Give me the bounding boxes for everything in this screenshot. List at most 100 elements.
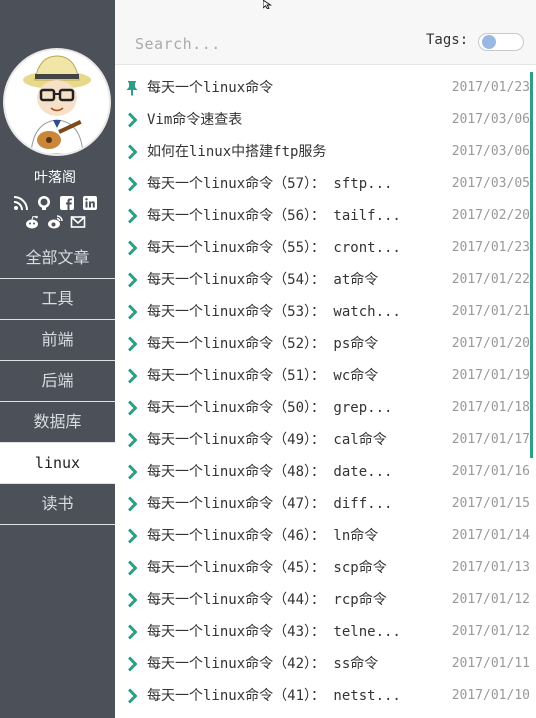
post-item[interactable]: 每天一个linux命令（46）： ln命令 2017/01/14 xyxy=(115,520,536,552)
post-item[interactable]: 每天一个linux命令（41）： netst... 2017/01/10 xyxy=(115,680,536,712)
category-all[interactable]: 全部文章 xyxy=(0,238,115,279)
post-title[interactable]: 每天一个linux命令（51）： wc命令 xyxy=(147,365,417,387)
category-backend[interactable]: 后端 xyxy=(0,361,115,402)
post-date: 2017/01/12 xyxy=(451,592,530,607)
post-date: 2017/01/16 xyxy=(451,464,530,479)
post-title[interactable]: 每天一个linux命令（45）： scp命令 xyxy=(147,557,417,579)
search-input[interactable] xyxy=(133,30,387,58)
post-date: 2017/01/18 xyxy=(451,400,530,415)
chevron-right-icon xyxy=(125,432,139,448)
post-item[interactable]: 每天一个linux命令（51）： wc命令 2017/01/19 xyxy=(115,360,536,392)
post-title[interactable]: 每天一个linux命令（49）： cal命令 xyxy=(147,429,417,451)
post-item[interactable]: 每天一个linux命令（43）： telne... 2017/01/12 xyxy=(115,616,536,648)
post-item[interactable]: 每天一个linux命令（47）： diff... 2017/01/15 xyxy=(115,488,536,520)
chevron-right-icon xyxy=(125,240,139,256)
chevron-right-icon xyxy=(125,304,139,320)
post-title[interactable]: 每天一个linux命令（54）： at命令 xyxy=(147,269,417,291)
post-date: 2017/03/05 xyxy=(451,176,530,191)
chevron-right-icon xyxy=(125,624,139,640)
post-title[interactable]: 每天一个linux命令（44）： rcp命令 xyxy=(147,589,417,611)
post-title[interactable]: 每天一个linux命令 xyxy=(147,77,417,99)
post-item[interactable]: 每天一个linux命令（48）： date... 2017/01/16 xyxy=(115,456,536,488)
post-date: 2017/02/20 xyxy=(451,208,530,223)
post-title[interactable]: 每天一个linux命令（53）： watch... xyxy=(147,301,417,323)
chevron-right-icon xyxy=(125,144,139,160)
post-date: 2017/01/11 xyxy=(451,656,530,671)
post-date: 2017/01/22 xyxy=(451,272,530,287)
category-linux[interactable]: linux xyxy=(0,443,115,484)
github-icon[interactable] xyxy=(36,195,52,211)
post-item[interactable]: 每天一个linux命令 2017/01/23 xyxy=(115,72,536,104)
post-list: 每天一个linux命令 2017/01/23 Vim命令速查表 2017/03/06 如… xyxy=(115,72,536,718)
chevron-right-icon xyxy=(125,208,139,224)
category-frontend[interactable]: 前端 xyxy=(0,320,115,361)
pin-icon xyxy=(125,80,139,96)
rss-icon[interactable] xyxy=(13,195,29,211)
post-item[interactable]: 每天一个linux命令（45）： scp命令 2017/01/13 xyxy=(115,552,536,584)
post-item[interactable]: 每天一个linux命令（57）： sftp... 2017/03/05 xyxy=(115,168,536,200)
chevron-right-icon xyxy=(125,528,139,544)
avatar[interactable] xyxy=(3,48,111,156)
category-tools[interactable]: 工具 xyxy=(0,279,115,320)
post-item[interactable]: 每天一个linux命令（42）： ss命令 2017/01/11 xyxy=(115,648,536,680)
post-title[interactable]: 如何在linux中搭建ftp服务 xyxy=(147,141,417,163)
chevron-right-icon xyxy=(125,336,139,352)
post-date: 2017/01/15 xyxy=(451,496,530,511)
chevron-right-icon xyxy=(125,688,139,704)
chevron-right-icon xyxy=(125,400,139,416)
social-links-row-1 xyxy=(0,195,110,211)
category-reading[interactable]: 读书 xyxy=(0,484,115,525)
post-date: 2017/01/23 xyxy=(451,80,530,95)
post-title[interactable]: 每天一个linux命令（48）： date... xyxy=(147,461,417,483)
avatar-illustration xyxy=(23,55,91,154)
category-list: 全部文章 工具 前端 后端 数据库 linux 读书 xyxy=(0,238,115,525)
post-title[interactable]: 每天一个linux命令（56）： tailf... xyxy=(147,205,417,227)
scroll-indicator xyxy=(530,72,533,458)
post-item[interactable]: 如何在linux中搭建ftp服务 2017/03/06 xyxy=(115,136,536,168)
post-title[interactable]: 每天一个linux命令（52）： ps命令 xyxy=(147,333,417,355)
mail-icon[interactable] xyxy=(70,214,86,230)
post-title[interactable]: 每天一个linux命令（41）： netst... xyxy=(147,685,417,707)
tags-label: Tags: xyxy=(426,32,469,48)
post-title[interactable]: 每天一个linux命令（43）： telne... xyxy=(147,621,417,643)
post-date: 2017/01/13 xyxy=(451,560,530,575)
chevron-right-icon xyxy=(125,656,139,672)
post-title[interactable]: 每天一个linux命令（46）： ln命令 xyxy=(147,525,417,547)
chevron-right-icon xyxy=(125,368,139,384)
reddit-icon[interactable] xyxy=(24,214,40,230)
sidebar: 叶落阁 全部文章 工具 前端 后端 数据库 linux 读书 xyxy=(0,0,115,718)
post-title[interactable]: 每天一个linux命令（55）： cront... xyxy=(147,237,417,259)
facebook-icon[interactable] xyxy=(59,195,75,211)
post-date: 2017/01/10 xyxy=(451,688,530,703)
chevron-right-icon xyxy=(125,112,139,128)
mouse-cursor-icon xyxy=(263,0,273,9)
post-date: 2017/03/06 xyxy=(451,112,530,127)
chevron-right-icon xyxy=(125,464,139,480)
post-date: 2017/01/12 xyxy=(451,624,530,639)
post-item[interactable]: Vim命令速查表 2017/03/06 xyxy=(115,104,536,136)
category-database[interactable]: 数据库 xyxy=(0,402,115,443)
post-date: 2017/01/23 xyxy=(451,240,530,255)
social-links-row-2 xyxy=(0,214,110,230)
weibo-icon[interactable] xyxy=(47,214,63,230)
chevron-right-icon xyxy=(125,176,139,192)
post-title[interactable]: 每天一个linux命令（57）： sftp... xyxy=(147,173,417,195)
post-item[interactable]: 每天一个linux命令（52）： ps命令 2017/01/20 xyxy=(115,328,536,360)
post-item[interactable]: 每天一个linux命令（50）： grep... 2017/01/18 xyxy=(115,392,536,424)
post-title[interactable]: 每天一个linux命令（50）： grep... xyxy=(147,397,417,419)
post-item[interactable]: 每天一个linux命令（49）： cal命令 2017/01/17 xyxy=(115,424,536,456)
post-item[interactable]: 每天一个linux命令（53）： watch... 2017/01/21 xyxy=(115,296,536,328)
tags-toggle[interactable] xyxy=(478,33,524,51)
chevron-right-icon xyxy=(125,272,139,288)
post-item[interactable]: 每天一个linux命令（56）： tailf... 2017/02/20 xyxy=(115,200,536,232)
post-title[interactable]: Vim命令速查表 xyxy=(147,109,417,131)
post-title[interactable]: 每天一个linux命令（42）： ss命令 xyxy=(147,653,417,675)
post-date: 2017/01/19 xyxy=(451,368,530,383)
post-item[interactable]: 每天一个linux命令（54）： at命令 2017/01/22 xyxy=(115,264,536,296)
tags-toggle-knob xyxy=(482,35,496,49)
post-item[interactable]: 每天一个linux命令（55）： cront... 2017/01/23 xyxy=(115,232,536,264)
post-title[interactable]: 每天一个linux命令（47）： diff... xyxy=(147,493,417,515)
post-item[interactable]: 每天一个linux命令（44）： rcp命令 2017/01/12 xyxy=(115,584,536,616)
chevron-right-icon xyxy=(125,560,139,576)
linkedin-icon[interactable] xyxy=(82,195,98,211)
